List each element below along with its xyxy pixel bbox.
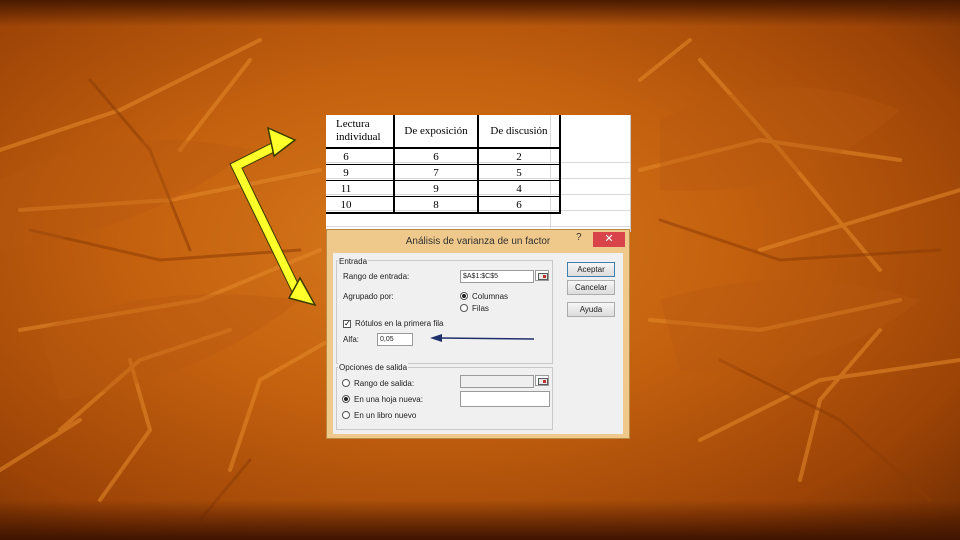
blue-pointer-arrow <box>430 334 535 342</box>
